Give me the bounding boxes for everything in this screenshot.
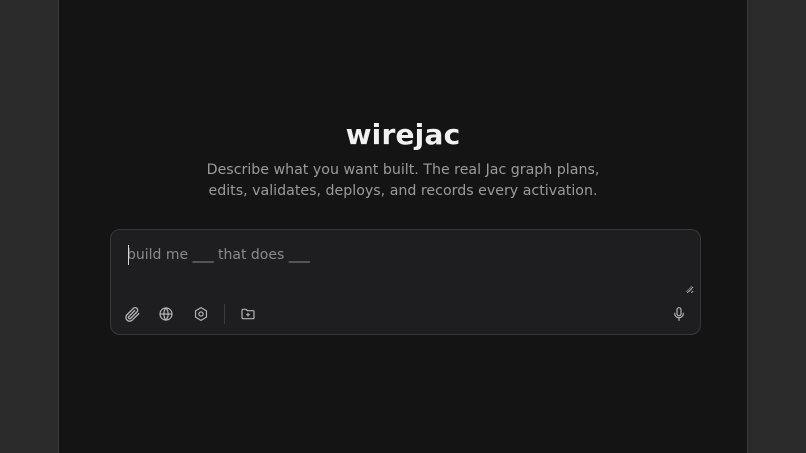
composer-toolbar xyxy=(111,300,700,328)
prompt-composer xyxy=(110,229,701,335)
microphone-icon xyxy=(674,307,684,321)
folder-button[interactable] xyxy=(236,302,260,326)
subtitle-line-2: edits, validates, deploys, and records e… xyxy=(208,183,598,199)
attach-button[interactable] xyxy=(120,302,144,326)
folder-icon xyxy=(241,308,255,320)
settings-button[interactable] xyxy=(189,302,213,326)
resize-grip-icon[interactable] xyxy=(685,285,692,292)
globe-icon xyxy=(159,307,173,321)
subtitle-line-1: Describe what you want built. The real J… xyxy=(206,162,600,178)
web-search-button[interactable] xyxy=(154,302,178,326)
main-panel: wirejac Describe what you want built. Th… xyxy=(58,0,748,453)
gear-icon xyxy=(194,307,208,321)
toolbar-divider xyxy=(224,304,225,324)
app-title: wirejac xyxy=(345,118,461,151)
app-subtitle: Describe what you want built. The real J… xyxy=(59,160,747,202)
voice-input-button[interactable] xyxy=(667,302,691,326)
paperclip-icon xyxy=(125,307,140,322)
prompt-input[interactable] xyxy=(127,240,694,294)
text-caret xyxy=(128,245,129,265)
